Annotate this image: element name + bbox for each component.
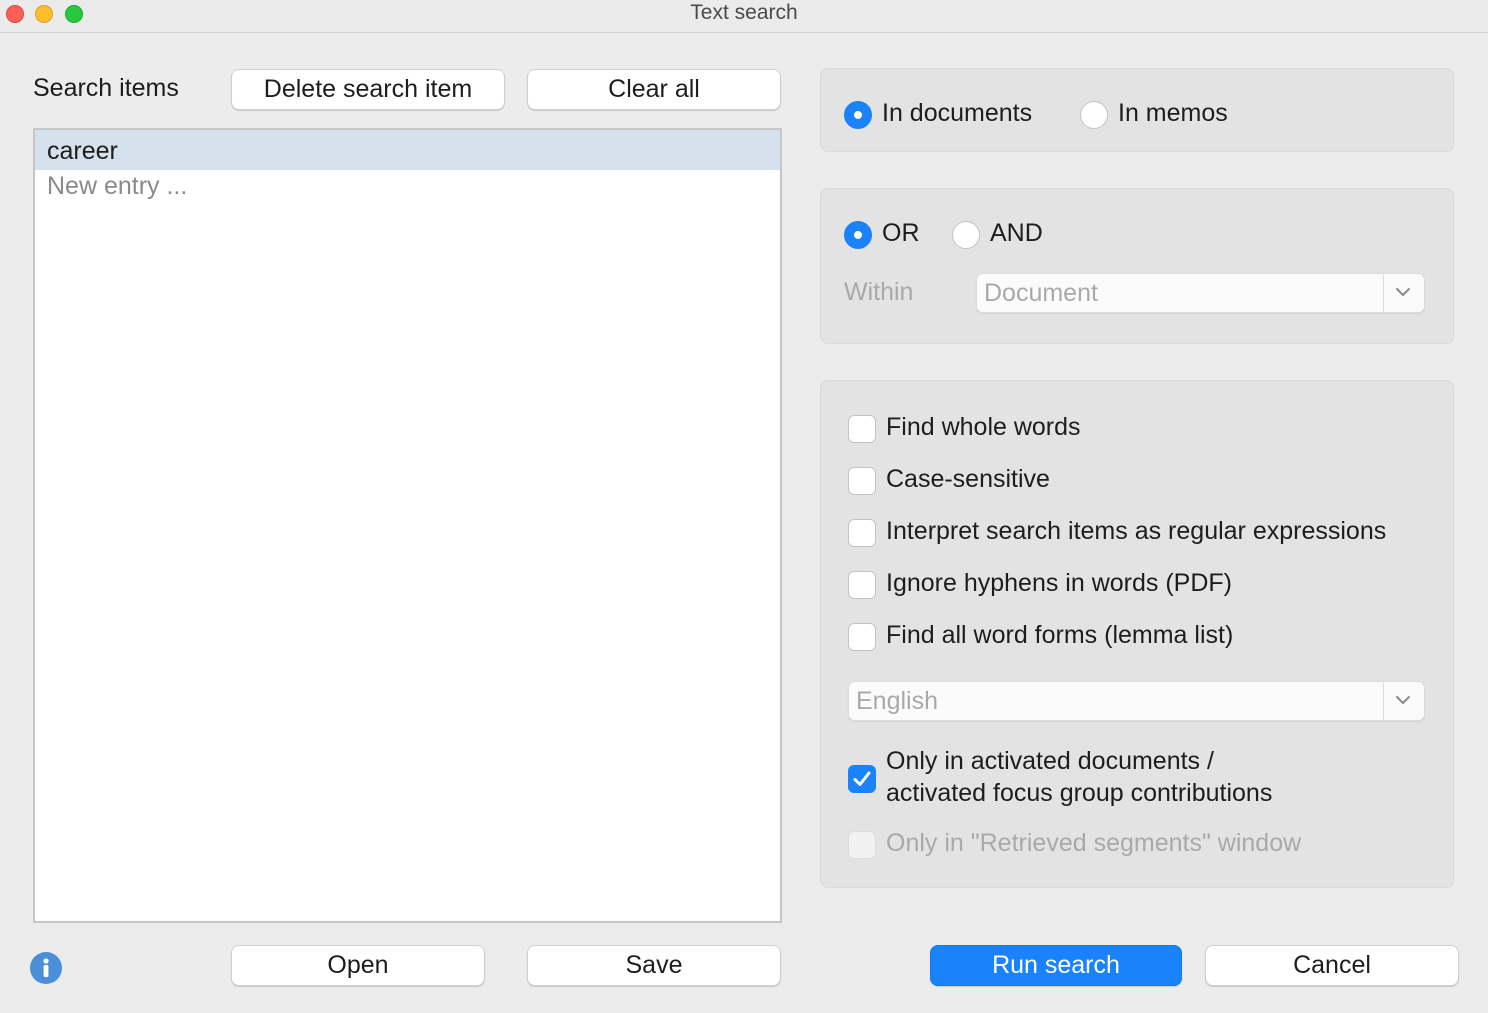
and-label[interactable]: AND [990,219,1043,248]
new-entry-row[interactable]: New entry ... [35,170,780,204]
case-sensitive-checkbox[interactable] [848,467,876,495]
search-items-label: Search items [33,74,179,102]
find-whole-words-label[interactable]: Find whole words [886,413,1081,442]
only-retrieved-label: Only in "Retrieved segments" window [886,829,1302,857]
in-documents-label[interactable]: In documents [882,99,1032,128]
clear-all-button[interactable]: Clear all [527,69,781,110]
info-icon[interactable] [30,952,62,984]
in-memos-label[interactable]: In memos [1118,99,1228,128]
options-group: Find whole words Case-sensitive Interpre… [820,380,1454,888]
or-label[interactable]: OR [882,219,920,248]
or-radio[interactable] [844,221,872,249]
delete-search-item-button[interactable]: Delete search item [231,69,505,110]
scope-group: In documents In memos [820,68,1454,152]
and-radio[interactable] [952,221,980,249]
chevron-down-icon [1383,274,1424,312]
within-select[interactable]: Document [976,273,1425,313]
in-documents-radio[interactable] [844,101,872,129]
find-whole-words-checkbox[interactable] [848,415,876,443]
only-retrieved-checkbox [848,831,876,859]
search-items-list[interactable]: career New entry ... [33,128,782,923]
chevron-down-icon [1383,682,1424,720]
word-forms-checkbox[interactable] [848,623,876,651]
ignore-hyphens-label[interactable]: Ignore hyphens in words (PDF) [886,569,1232,598]
only-activated-label-line2[interactable]: activated focus group contributions [886,779,1272,808]
case-sensitive-label[interactable]: Case-sensitive [886,465,1050,494]
within-label: Within [844,278,914,306]
open-button[interactable]: Open [231,945,485,986]
checkmark-icon [853,771,871,786]
save-button[interactable]: Save [527,945,781,986]
search-item-row[interactable]: career [35,130,780,170]
in-memos-radio[interactable] [1080,101,1108,129]
regex-label[interactable]: Interpret search items as regular expres… [886,517,1386,546]
within-select-value: Document [984,279,1098,307]
run-search-button[interactable]: Run search [930,945,1182,986]
window-title: Text search [690,1,798,24]
only-activated-checkbox[interactable] [848,765,876,793]
logic-group: OR AND Within Document [820,188,1454,344]
regex-checkbox[interactable] [848,519,876,547]
word-forms-label[interactable]: Find all word forms (lemma list) [886,621,1233,650]
title-bar: Text search [0,0,1488,33]
language-select[interactable]: English [848,681,1425,721]
only-activated-label-line1[interactable]: Only in activated documents / [886,747,1214,776]
ignore-hyphens-checkbox[interactable] [848,571,876,599]
cancel-button[interactable]: Cancel [1205,945,1459,986]
language-select-value: English [856,687,938,715]
